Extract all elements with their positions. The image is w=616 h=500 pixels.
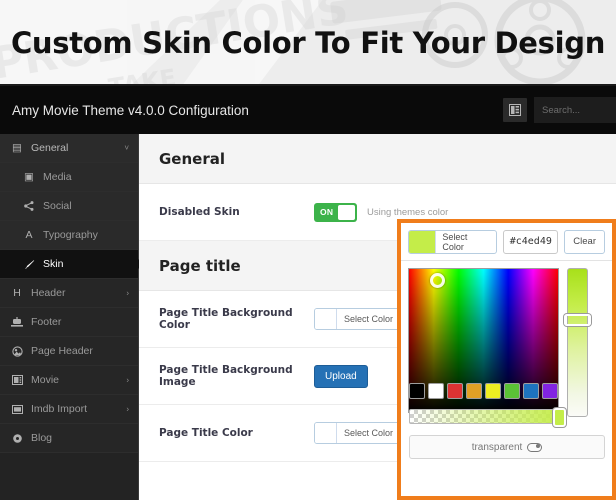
row-label: Page Title Background Image xyxy=(159,364,293,388)
saturation-value-cursor[interactable] xyxy=(430,273,445,288)
brush-icon xyxy=(22,259,36,270)
banner-title: Custom Skin Color To Fit Your Design xyxy=(10,26,606,60)
select-color-label: Select Color xyxy=(344,428,394,438)
toggle-state-label: ON xyxy=(320,207,334,217)
transparent-label: transparent xyxy=(471,441,523,453)
color-swatch-preview xyxy=(315,309,337,329)
panel-icon-glyph xyxy=(509,104,521,116)
sidebar-item-media[interactable]: ▣ Media xyxy=(0,163,138,192)
swatch-orange[interactable] xyxy=(466,383,482,399)
blog-gear-icon-glyph xyxy=(12,433,22,443)
swatch-purple[interactable] xyxy=(542,383,558,399)
toggle-switch-icon xyxy=(527,442,543,452)
row-control: Upload xyxy=(314,364,368,388)
sidebar-item-label: Skin xyxy=(43,258,64,270)
current-color-swatch xyxy=(409,230,437,253)
page-header-icon xyxy=(10,345,24,357)
preset-swatches xyxy=(409,383,558,399)
sidebar-item-label: Footer xyxy=(31,316,62,328)
sidebar-item-social[interactable]: Social xyxy=(0,192,138,221)
sidebar-item-label: Media xyxy=(43,171,72,183)
screenshot-root: PRODUCTIONS TAKE Custom Skin Color To Fi… xyxy=(0,0,616,500)
swatch-red[interactable] xyxy=(447,383,463,399)
grid-icon: ▤ xyxy=(12,142,22,154)
color-picker-header: Select Color Clear xyxy=(401,223,612,261)
sidebar-nav: ▤ General ˅ ▣ Media Social A Typography … xyxy=(0,134,143,500)
sidebar-item-blog[interactable]: Blog xyxy=(0,424,138,453)
sidebar-item-label: Imdb Import xyxy=(31,403,88,415)
sidebar-item-page-header[interactable]: Page Header xyxy=(0,337,138,366)
sidebar-item-skin[interactable]: Skin xyxy=(0,250,143,279)
heading-icon: H xyxy=(13,287,21,299)
chevron-right-icon: › xyxy=(126,375,129,385)
section-heading-general: General xyxy=(139,134,616,184)
import-icon xyxy=(10,404,24,414)
footer-icon-glyph xyxy=(11,317,23,327)
film-icon-glyph xyxy=(11,375,23,385)
app-title: Amy Movie Theme v4.0.0 Configuration xyxy=(12,102,249,118)
font-icon: A xyxy=(25,229,33,241)
disabled-skin-hint: Using themes color xyxy=(367,206,449,218)
lightness-slider-thumb[interactable] xyxy=(564,314,591,326)
row-label: Page Title Color xyxy=(159,427,253,439)
chevron-right-icon: › xyxy=(126,288,129,298)
search-input[interactable] xyxy=(534,97,616,123)
upload-button[interactable]: Upload xyxy=(314,364,368,388)
sidebar-item-imdb-import[interactable]: Imdb Import › xyxy=(0,395,138,424)
sidebar-item-label: General xyxy=(31,142,69,154)
share-icon xyxy=(22,201,36,211)
row-label: Page Title Background Color xyxy=(159,307,293,331)
page-title-bg-color-button[interactable]: Select Color xyxy=(314,308,402,330)
clear-button[interactable]: Clear xyxy=(564,229,605,254)
alpha-slider[interactable] xyxy=(409,408,566,427)
alpha-slider-thumb[interactable] xyxy=(553,408,566,427)
sidebar-item-label: Typography xyxy=(43,229,98,241)
sidebar-item-label: Page Header xyxy=(31,345,93,357)
color-picker-popup: Select Color Clear xyxy=(397,219,616,500)
sidebar-item-label: Social xyxy=(43,200,72,212)
swatch-white[interactable] xyxy=(428,383,444,399)
row-label: Disabled Skin xyxy=(159,206,240,218)
sidebar-item-label: Blog xyxy=(31,432,53,444)
row-control: Select Color xyxy=(314,422,402,444)
import-icon-glyph xyxy=(11,404,23,414)
sidebar-item-header[interactable]: H Header › xyxy=(0,279,138,308)
app-topbar: Amy Movie Theme v4.0.0 Configuration xyxy=(0,86,616,134)
blog-gear-icon xyxy=(10,433,24,444)
transparent-toggle-button[interactable]: transparent xyxy=(409,435,605,459)
image-icon: ▣ xyxy=(24,171,34,183)
chevron-right-icon: › xyxy=(126,404,129,414)
toggle-knob xyxy=(338,204,355,220)
chevron-down-icon: ˅ xyxy=(124,143,129,153)
brush-icon-glyph xyxy=(24,259,34,269)
sidebar-item-movie[interactable]: Movie › xyxy=(0,366,138,395)
page-header-icon-glyph xyxy=(11,345,23,357)
film-icon xyxy=(10,375,24,385)
promo-banner: PRODUCTIONS TAKE Custom Skin Color To Fi… xyxy=(0,0,616,86)
select-color-label: Select Color xyxy=(442,231,468,252)
swatch-black[interactable] xyxy=(409,383,425,399)
swatch-blue[interactable] xyxy=(523,383,539,399)
sidebar-item-general[interactable]: ▤ General ˅ xyxy=(0,134,138,163)
hex-input[interactable] xyxy=(503,229,559,254)
picker-select-color-button[interactable]: Select Color xyxy=(408,229,498,254)
sidebar-item-label: Header xyxy=(31,287,66,299)
disabled-skin-toggle[interactable]: ON xyxy=(314,202,357,222)
row-control: Select Color xyxy=(314,308,402,330)
sidebar-item-label: Movie xyxy=(31,374,60,386)
footer-icon xyxy=(10,317,24,327)
swatch-yellow[interactable] xyxy=(485,383,501,399)
share-icon-glyph xyxy=(24,201,34,211)
color-swatch-preview xyxy=(315,423,337,443)
select-color-label: Select Color xyxy=(344,314,394,324)
page-title-color-button[interactable]: Select Color xyxy=(314,422,402,444)
sidebar-item-footer[interactable]: Footer xyxy=(0,308,138,337)
lightness-slider[interactable] xyxy=(564,268,591,417)
alpha-slider-wrap xyxy=(409,408,566,427)
sidebar-item-typography[interactable]: A Typography xyxy=(0,221,138,250)
swatch-green[interactable] xyxy=(504,383,520,399)
topbar-right-group xyxy=(503,96,616,124)
panel-icon[interactable] xyxy=(503,98,527,122)
